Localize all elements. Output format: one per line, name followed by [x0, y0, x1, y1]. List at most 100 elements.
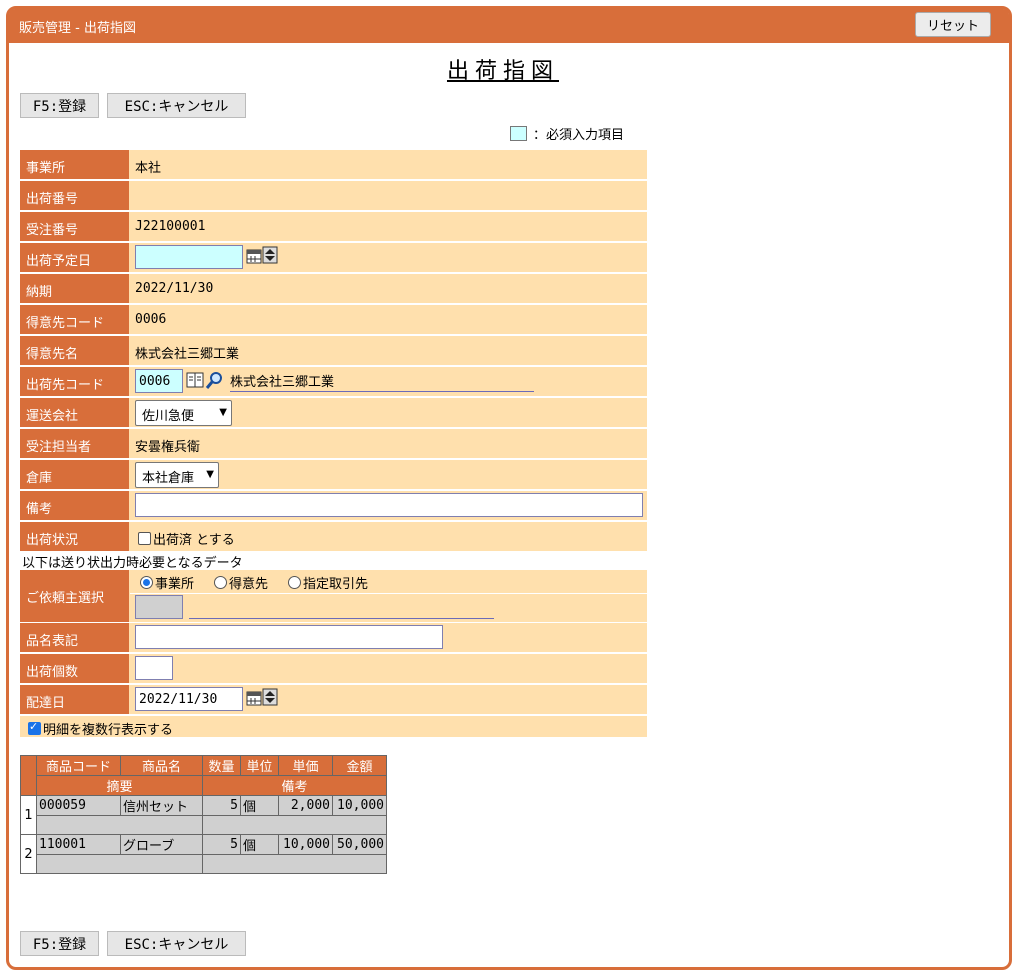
warehouse-label: 倉庫: [20, 460, 129, 489]
chevron-down-icon: ▼: [219, 407, 227, 418]
item-label-label: 品名表記: [20, 623, 129, 652]
carrier-select[interactable]: 佐川急便 ▼: [135, 400, 232, 426]
cell-name[interactable]: 信州セット: [120, 795, 203, 816]
planned-date-input[interactable]: [135, 245, 243, 269]
multi-line-checkbox-box[interactable]: [28, 720, 41, 735]
app-title: 販売管理 - 出荷指図: [19, 21, 136, 36]
cell-code[interactable]: 000059: [36, 795, 121, 816]
row-ship-to-code: 出荷先コード 株式会社三郷工業: [20, 367, 647, 397]
row-planned-date: 出荷予定日: [20, 243, 647, 273]
requester-code-input: [135, 595, 183, 619]
cell-price[interactable]: 2,000: [278, 795, 333, 816]
row-number: 1: [20, 795, 37, 835]
row-multi-line: 明細を複数行表示する: [20, 716, 647, 738]
cell-unit[interactable]: 個: [240, 834, 279, 855]
order-no-value: J22100001: [135, 219, 206, 234]
chevron-down-icon: ▼: [206, 469, 214, 480]
delivery-date-input[interactable]: [135, 687, 243, 711]
multi-line-label: 明細を複数行表示する: [43, 723, 174, 738]
carrier-label: 運送会社: [20, 398, 129, 427]
rep-label: 受注担当者: [20, 429, 129, 458]
required-swatch: [510, 126, 527, 141]
status-label: 出荷状況: [20, 522, 129, 551]
calendar-spinner-icon[interactable]: [246, 246, 278, 264]
requester-divider: [130, 593, 647, 594]
shipment-no-label: 出荷番号: [20, 181, 129, 210]
row-remarks: 備考: [20, 491, 647, 521]
planned-date-label: 出荷予定日: [20, 243, 129, 272]
row-count: 出荷個数: [20, 654, 647, 684]
cell-code[interactable]: 110001: [36, 834, 121, 855]
col-header-code: 商品コード: [36, 755, 121, 776]
col-header-unit: 単位: [240, 755, 279, 776]
required-legend-text: ：必須入力項目: [533, 128, 625, 143]
grid-subheader-row: 摘要 備考: [21, 775, 387, 796]
radio-partner-label: 指定取引先: [303, 577, 369, 592]
cell-name[interactable]: グローブ: [120, 834, 203, 855]
due-date-value: 2022/11/30: [135, 281, 214, 296]
page-title: 出荷指図: [446, 59, 559, 84]
radio-office[interactable]: [140, 576, 153, 589]
cell-qty[interactable]: 5: [202, 795, 241, 816]
count-input[interactable]: [135, 656, 173, 680]
row-warehouse: 倉庫 本社倉庫 ▼: [20, 460, 647, 490]
register-button-bottom[interactable]: F5:登録: [20, 931, 99, 956]
col-header-amount: 金額: [332, 755, 387, 776]
requester-radio-office[interactable]: 事業所: [140, 573, 194, 592]
cell-amount[interactable]: 50,000: [332, 834, 387, 855]
remarks-label: 備考: [20, 491, 129, 520]
cell-unit[interactable]: 個: [240, 795, 279, 816]
reset-button[interactable]: リセット: [915, 12, 991, 37]
cell-remarks[interactable]: [202, 815, 387, 835]
row-due-date: 納期 2022/11/30: [20, 274, 647, 304]
radio-customer[interactable]: [214, 576, 227, 589]
row-number: 2: [20, 834, 37, 874]
table-row[interactable]: 2 110001 グローブ 5 個 10,000 50,000: [20, 834, 387, 874]
row-rep: 受注担当者 安曇権兵衛: [20, 429, 647, 459]
ship-to-code-input[interactable]: [135, 369, 183, 393]
shipped-checkbox-label: 出荷済 とする: [153, 533, 235, 548]
required-legend: ：必須入力項目: [510, 124, 624, 143]
row-delivery-date: 配達日: [20, 685, 647, 715]
office-label: 事業所: [20, 150, 129, 179]
cancel-button-bottom[interactable]: ESC:キャンセル: [107, 931, 246, 956]
title-bar: 販売管理 - 出荷指図 リセット: [9, 9, 1009, 43]
requester-radio-customer[interactable]: 得意先: [214, 573, 268, 592]
customer-name-value: 株式会社三郷工業: [135, 347, 240, 362]
cancel-button-top[interactable]: ESC:キャンセル: [107, 93, 246, 118]
multi-line-checkbox[interactable]: 明細を複数行表示する: [28, 719, 173, 738]
grid-header-row: 商品コード 商品名 数量 単位 単価 金額: [20, 755, 387, 796]
warehouse-select[interactable]: 本社倉庫 ▼: [135, 462, 219, 488]
row-status: 出荷状況 出荷済 とする: [20, 522, 647, 552]
col-header-remarks: 備考: [202, 775, 387, 796]
cell-remarks[interactable]: [202, 854, 387, 874]
grid-corner: [20, 755, 37, 796]
warehouse-selected-value: 本社倉庫: [142, 471, 195, 486]
calendar-spinner-icon[interactable]: [246, 688, 278, 706]
book-search-icon[interactable]: [186, 370, 226, 390]
customer-code-value: 0006: [135, 312, 167, 327]
cell-summary[interactable]: [36, 854, 203, 874]
delivery-date-label: 配達日: [20, 685, 129, 714]
row-customer-name: 得意先名 株式会社三郷工業: [20, 336, 647, 366]
register-button-top[interactable]: F5:登録: [20, 93, 99, 118]
shipped-checkbox[interactable]: 出荷済 とする: [138, 529, 235, 548]
requester-radio-partner[interactable]: 指定取引先: [288, 573, 368, 592]
carrier-selected-value: 佐川急便: [142, 409, 195, 424]
table-row[interactable]: 1 000059 信州セット 5 個 2,000 10,000: [20, 795, 387, 835]
detail-grid: 商品コード 商品名 数量 単位 単価 金額 摘要 備考 1 000059 信州セ…: [20, 755, 387, 874]
remarks-input[interactable]: [135, 493, 643, 517]
shipped-checkbox-box[interactable]: [138, 532, 151, 545]
cell-qty[interactable]: 5: [202, 834, 241, 855]
requester-name-field: [189, 598, 494, 619]
cell-summary[interactable]: [36, 815, 203, 835]
cell-amount[interactable]: 10,000: [332, 795, 387, 816]
table-row-sub[interactable]: [21, 854, 387, 874]
radio-partner[interactable]: [288, 576, 301, 589]
rep-value: 安曇権兵衛: [135, 440, 201, 455]
cell-price[interactable]: 10,000: [278, 834, 333, 855]
table-row-sub[interactable]: [21, 815, 387, 835]
ship-to-code-label: 出荷先コード: [20, 367, 129, 396]
item-label-input[interactable]: [135, 625, 443, 649]
row-order-no: 受注番号 J22100001: [20, 212, 647, 242]
